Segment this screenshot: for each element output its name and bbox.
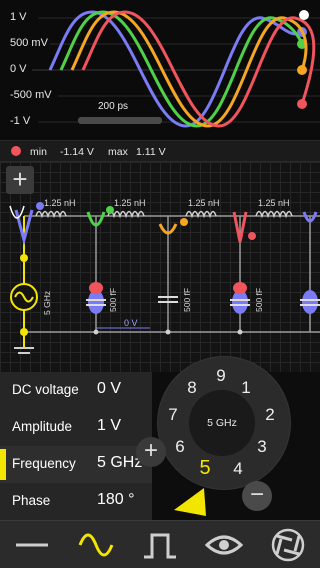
decrement-button[interactable]: −: [242, 481, 272, 511]
inductor-2: [107, 210, 145, 219]
min-value: -1.14 V: [60, 146, 94, 158]
circuit-schematic: [9, 202, 320, 354]
capacitor-3: [230, 282, 250, 314]
param-value: 1 V: [97, 417, 122, 434]
dial-digit-4[interactable]: 4: [228, 459, 248, 479]
dial-digit-8[interactable]: 8: [182, 378, 202, 398]
tool-transform[interactable]: [256, 521, 320, 568]
capacitor-1-label: 500 fF: [108, 287, 118, 312]
scope-cursor-handle[interactable]: [299, 10, 309, 20]
tool-ac-source[interactable]: [64, 521, 128, 568]
eye-icon: [204, 535, 244, 555]
dial-center-readout: 5 GHz: [189, 390, 255, 456]
min-label: min: [30, 146, 47, 158]
dial-digit-2[interactable]: 2: [260, 405, 280, 425]
probe-orange: [158, 218, 188, 235]
selection-indicator: [0, 449, 6, 480]
increment-button[interactable]: +: [136, 437, 166, 467]
capacitor-1: [86, 282, 106, 314]
inductor-4: [255, 210, 293, 219]
inductor-3-label: 1.25 nH: [188, 198, 220, 208]
source-frequency-label: 5 GHz: [42, 290, 52, 315]
param-value: 0 V: [97, 380, 122, 397]
pulse-wave-icon: [144, 533, 176, 559]
inductor-2-label: 1.25 nH: [114, 198, 146, 208]
y-axis-label-minus-1v: -1 V: [10, 115, 31, 127]
param-label: Amplitude: [12, 419, 73, 434]
shutter-icon: [271, 528, 305, 562]
y-axis-label-0v: 0 V: [10, 63, 27, 75]
tool-pulse-source[interactable]: [128, 521, 192, 568]
y-axis-label-1v: 1 V: [10, 11, 27, 23]
component-toolbar: [0, 520, 320, 568]
node-voltage-label: 0 V: [124, 318, 138, 328]
param-label: Phase: [12, 493, 51, 508]
dial-pointer-icon: [174, 488, 206, 516]
param-row-phase[interactable]: Phase 180 °: [0, 483, 152, 520]
capacitor-3-label: 500 fF: [254, 287, 264, 312]
param-label: Frequency: [12, 456, 76, 471]
circuit-canvas[interactable]: 1.25 nH 1.25 nH 1.25 nH 1.25 nH 500 fF 5…: [0, 162, 320, 372]
inductor-1-label: 1.25 nH: [44, 198, 76, 208]
tool-probe-view[interactable]: [192, 521, 256, 568]
minus-icon: −: [249, 481, 264, 508]
oscilloscope-panel[interactable]: 1 V 500 mV 0 V -500 mV -1 V 200 ps: [0, 0, 320, 140]
probe-purple: [9, 202, 44, 246]
sine-wave-icon: [78, 533, 114, 557]
plus-icon: +: [12, 164, 28, 194]
scope-trace-endpoint-3: [297, 65, 307, 75]
param-value: 180 °: [97, 491, 135, 508]
dial-digit-9[interactable]: 9: [211, 366, 231, 386]
tool-dc-source[interactable]: [0, 521, 64, 568]
max-value: 1.11 V: [136, 146, 166, 158]
param-row-dc-voltage[interactable]: DC voltage 0 V: [0, 372, 152, 409]
capacitor-2-label: 500 fF: [182, 287, 192, 312]
y-axis-label-minus-500mv: -500 mV: [10, 89, 52, 101]
param-label: DC voltage: [12, 382, 79, 397]
max-label: max: [108, 146, 128, 158]
probe-color-indicator: [11, 146, 21, 156]
capacitor-4: [300, 290, 320, 314]
dc-line-icon: [16, 543, 48, 547]
dial-center-label: 5 GHz: [207, 417, 237, 429]
dial-digit-3[interactable]: 3: [252, 437, 272, 457]
scope-trace-endpoint-4: [297, 99, 307, 109]
dial-digit-5[interactable]: 5: [195, 457, 215, 480]
inductor-4-label: 1.25 nH: [258, 198, 290, 208]
dial-digit-1[interactable]: 1: [236, 378, 256, 398]
param-row-frequency[interactable]: Frequency 5 GHz: [0, 446, 152, 483]
dial-digit-7[interactable]: 7: [163, 405, 183, 425]
time-scale-bar[interactable]: [78, 117, 162, 124]
scope-trace-1: [48, 10, 303, 128]
param-row-amplitude[interactable]: Amplitude 1 V: [0, 409, 152, 446]
plus-icon: +: [143, 437, 158, 464]
add-component-button[interactable]: +: [6, 166, 34, 194]
probe-status-bar: min -1.14 V max 1.11 V: [0, 140, 320, 162]
dial-digit-6[interactable]: 6: [170, 437, 190, 457]
y-axis-label-500mv: 500 mV: [10, 37, 48, 49]
parameter-panel: DC voltage 0 V Amplitude 1 V Frequency 5…: [0, 372, 152, 520]
time-scale-label: 200 ps: [98, 101, 129, 112]
